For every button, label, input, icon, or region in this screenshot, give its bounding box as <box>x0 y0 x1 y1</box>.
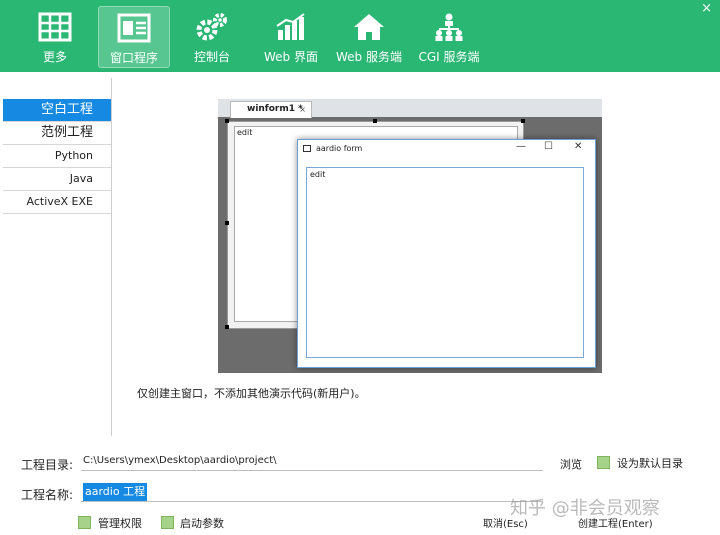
sidebar-item-python[interactable]: Python <box>3 145 111 168</box>
browse-button[interactable]: 浏览 <box>560 456 582 472</box>
sidebar-item-activex-exe[interactable]: ActiveX EXE <box>3 191 111 214</box>
project-name-field[interactable]: aardio 工程 <box>81 483 543 502</box>
toolbar-web-server-label: Web 服务端 <box>336 50 402 64</box>
house-icon <box>354 14 384 40</box>
window-title: aardio form <box>316 144 363 153</box>
project-type-list: 空白工程 范例工程 Python Java ActiveX EXE <box>3 99 111 214</box>
top-toolbar: × 更多 窗口程序 控制台 Web 界面 Web 服务端 CGI 服务端 <box>0 0 720 72</box>
close-icon[interactable]: × <box>701 2 712 15</box>
resize-handle <box>521 119 525 123</box>
toolbar-window-app-label: 窗口程序 <box>109 51 158 65</box>
editor-tab-bar: winform1 * × <box>218 99 602 118</box>
toolbar-window-app-button[interactable]: 窗口程序 <box>98 6 170 68</box>
sidebar-divider <box>111 78 112 436</box>
resize-handle <box>373 119 377 123</box>
toolbar-cgi-server-button[interactable]: CGI 服务端 <box>414 6 484 66</box>
project-dir-value: C:\Users\ymex\Desktop\aardio\project\ <box>83 455 277 466</box>
project-name-value: aardio 工程 <box>83 483 148 501</box>
launch-params-label: 启动参数 <box>180 517 224 530</box>
maximize-icon: ☐ <box>544 141 553 152</box>
sidebar-item-sample-project[interactable]: 范例工程 <box>3 122 111 145</box>
project-name-label: 工程名称: <box>21 488 74 502</box>
tab-close-icon: × <box>299 105 306 114</box>
resize-handle <box>225 119 229 123</box>
toolbar-more-label: 更多 <box>42 50 67 64</box>
template-preview-image: winform1 * × edit aardio form — ☐ ✕ edit <box>218 99 602 373</box>
template-description: 仅创建主窗口，不添加其他演示代码(新用户)。 <box>137 387 366 400</box>
toolbar-web-ui-label: Web 界面 <box>264 50 318 64</box>
toolbar-more-button[interactable]: 更多 <box>23 6 87 66</box>
watermark: 知乎 @非会员观察 <box>510 498 660 519</box>
toolbar-web-server-button[interactable]: Web 服务端 <box>334 6 404 66</box>
toolbar-cgi-server-label: CGI 服务端 <box>418 50 480 64</box>
default-dir-checkbox[interactable] <box>597 456 610 469</box>
bar-chart-icon <box>276 13 305 40</box>
close-icon: ✕ <box>574 141 583 152</box>
window-edit-control: edit <box>306 167 584 358</box>
admin-permission-checkbox[interactable] <box>78 516 91 529</box>
aardio-form-window: aardio form — ☐ ✕ edit <box>297 139 596 368</box>
minimize-icon: — <box>516 141 526 152</box>
toolbar-console-button[interactable]: 控制台 <box>180 6 244 66</box>
sidebar-item-java[interactable]: Java <box>3 168 111 191</box>
resize-handle <box>225 221 229 225</box>
sidebar-item-blank-project[interactable]: 空白工程 <box>3 99 111 122</box>
admin-permission-label: 管理权限 <box>98 517 142 530</box>
gears-icon <box>196 13 227 41</box>
toolbar-web-ui-button[interactable]: Web 界面 <box>258 6 324 66</box>
people-network-icon <box>435 13 463 41</box>
window-icon <box>303 145 311 152</box>
project-dir-label: 工程目录: <box>21 458 74 472</box>
editor-tab-label: winform1 * <box>247 104 303 114</box>
launch-params-checkbox[interactable] <box>161 516 174 529</box>
project-dir-field[interactable]: C:\Users\ymex\Desktop\aardio\project\ <box>81 452 543 471</box>
default-dir-label: 设为默认目录 <box>617 457 683 470</box>
window-form-icon <box>117 13 151 43</box>
grid-icon <box>38 12 72 42</box>
resize-handle <box>225 325 229 329</box>
toolbar-console-label: 控制台 <box>193 50 230 64</box>
editor-tab: winform1 * × <box>230 101 312 118</box>
